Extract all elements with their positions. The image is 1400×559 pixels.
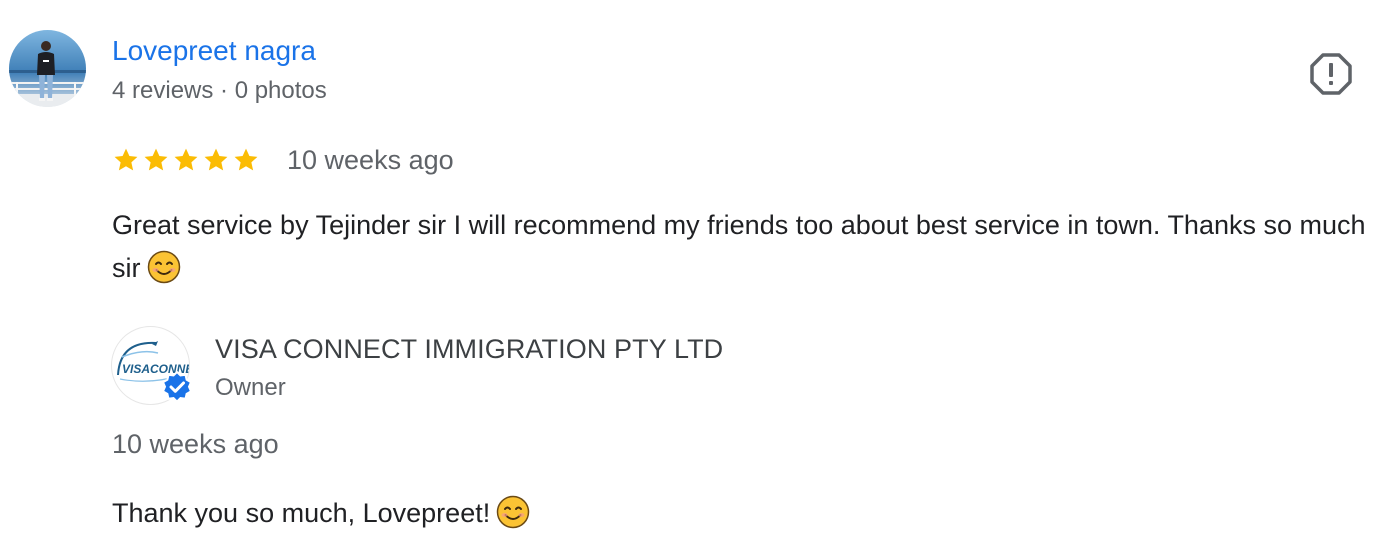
reviewer-name[interactable]: Lovepreet nagra	[112, 33, 316, 69]
owner-avatar[interactable]: VISACONNECT IMMIG	[111, 326, 193, 405]
reviewer-meta: 4 reviews · 0 photos	[112, 77, 327, 104]
review-date: 10 weeks ago	[287, 145, 454, 175]
reviewer-avatar[interactable]	[9, 30, 86, 107]
reviewer-photo	[9, 30, 86, 107]
owner-role: Owner	[215, 374, 286, 401]
review-text: Great service by Tejinder sir I will rec…	[112, 204, 1382, 297]
star-rating	[112, 146, 260, 174]
rating-row: 10 weeks ago	[112, 142, 454, 178]
report-review-button[interactable]	[1307, 50, 1355, 98]
owner-name: VISA CONNECT IMMIGRATION PTY LTD	[215, 334, 724, 364]
smiling-face-emoji	[147, 250, 181, 297]
verified-badge-icon	[161, 370, 193, 404]
star-icon	[234, 148, 258, 171]
smiling-face-emoji	[496, 495, 530, 542]
star-icon	[204, 148, 228, 171]
reply-text-content: Thank you so much, Lovepreet!	[112, 498, 491, 528]
star-icon	[144, 148, 168, 171]
reply-text: Thank you so much, Lovepreet!	[112, 492, 530, 542]
flag-report-icon	[1310, 53, 1352, 95]
star-icon	[114, 148, 138, 171]
star-icon	[174, 148, 198, 171]
reply-date: 10 weeks ago	[112, 429, 279, 459]
review-text-content: Great service by Tejinder sir I will rec…	[112, 210, 1366, 283]
